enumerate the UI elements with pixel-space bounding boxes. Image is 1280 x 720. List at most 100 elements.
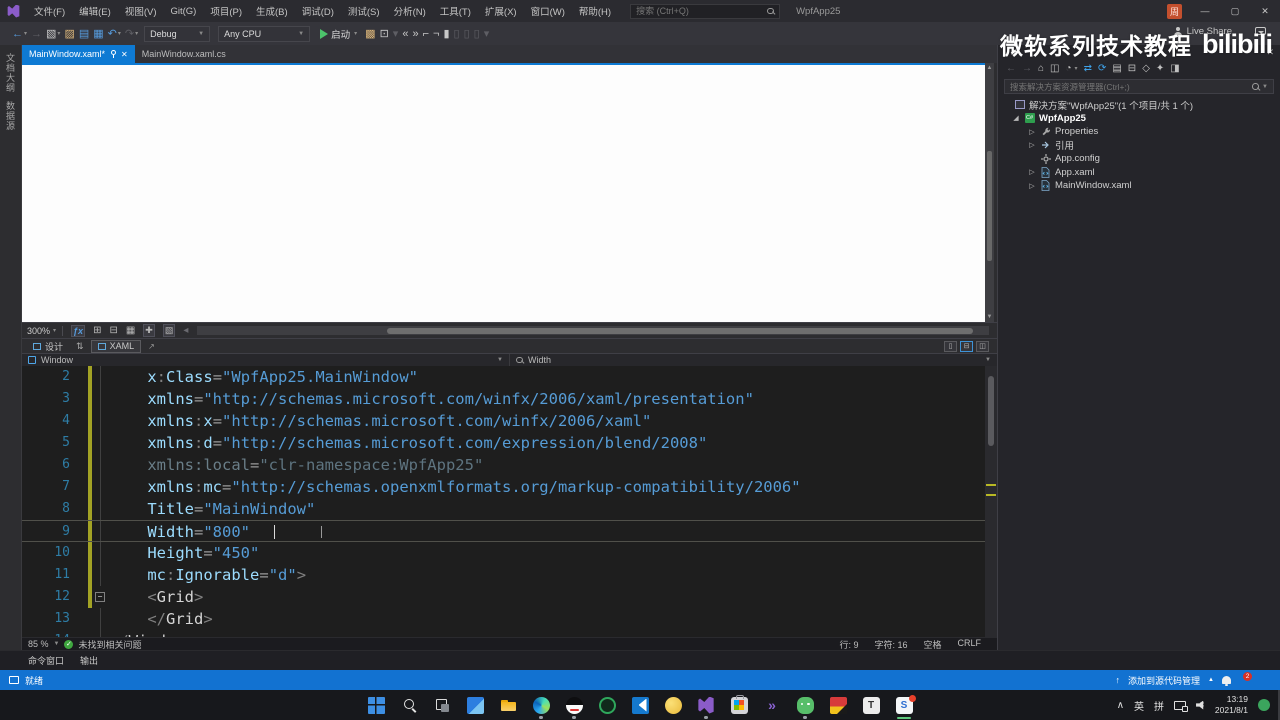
- scrollbar-thumb[interactable]: [387, 327, 974, 334]
- taskbar-icon-wechat[interactable]: [793, 693, 817, 719]
- design-view-tab[interactable]: 设计: [27, 340, 69, 353]
- clock[interactable]: 13:19 2021/8/1: [1215, 694, 1248, 715]
- taskbar-icon-start[interactable]: [364, 693, 388, 717]
- scrollbar-thumb[interactable]: [988, 376, 994, 446]
- menu-item-9[interactable]: 工具(T): [433, 0, 478, 22]
- chevron-down-icon[interactable]: ▼: [1262, 84, 1268, 90]
- taskbar-icon-yellow-app[interactable]: [661, 693, 685, 717]
- chevron-down-icon[interactable]: ▾: [1075, 65, 1078, 72]
- se-properties-icon[interactable]: ✦: [1156, 63, 1164, 74]
- new-item[interactable]: ▩: [365, 27, 375, 40]
- new-project[interactable]: ▧ ▾: [46, 27, 60, 40]
- menu-item-0[interactable]: 文件(F): [27, 0, 72, 22]
- design-horizontal-scrollbar[interactable]: [197, 326, 989, 335]
- user-avatar[interactable]: 周: [1167, 3, 1182, 19]
- live-share-button[interactable]: Live Share: [1174, 26, 1232, 37]
- zoom-fit[interactable]: ▧: [162, 324, 176, 337]
- collapse-pane-button[interactable]: ◫: [976, 340, 989, 352]
- tree-item-3[interactable]: ▷ App.xaml: [998, 166, 1280, 180]
- horizontal-split-button[interactable]: ⊟: [960, 340, 973, 352]
- taskbar-icon-screenshot-tool[interactable]: S: [892, 693, 916, 719]
- xaml-view-tab[interactable]: XAML: [90, 339, 142, 353]
- debug-target-combo[interactable]: Debug ▼: [144, 25, 211, 42]
- se-forward-icon[interactable]: →: [1022, 63, 1032, 74]
- pin-icon[interactable]: [110, 50, 117, 58]
- taskbar-icon-red-yellow-app[interactable]: [826, 693, 850, 717]
- se-collapse-all-icon[interactable]: ⊟: [1128, 63, 1136, 74]
- code-line-8[interactable]: 8 Title="MainWindow": [22, 498, 997, 520]
- se-home-icon[interactable]: ⌂: [1038, 63, 1044, 74]
- platform-combo[interactable]: Any CPU ▼: [218, 25, 311, 42]
- editor-zoom-value[interactable]: 85 %: [28, 639, 49, 649]
- send-feedback-icon[interactable]: [1255, 27, 1266, 35]
- nav-backward[interactable]: ← ▾: [12, 28, 27, 40]
- close-icon[interactable]: ✕: [1266, 47, 1274, 58]
- menu-item-7[interactable]: 测试(S): [341, 0, 387, 22]
- expander-icon[interactable]: ▷: [1028, 168, 1036, 176]
- panel-tab-1[interactable]: 输出: [80, 654, 98, 667]
- editor-vertical-scrollbar[interactable]: [985, 366, 997, 637]
- effects[interactable]: ƒx: [71, 324, 86, 337]
- fold-collapse-icon[interactable]: −: [95, 592, 105, 602]
- se-switch-views-icon[interactable]: ◫: [1050, 63, 1059, 74]
- taskbar-icon-ms-store[interactable]: [727, 693, 751, 717]
- start-debug-button[interactable]: 启动 ▾: [320, 27, 357, 41]
- code-line-12[interactable]: 12 − <Grid>: [22, 586, 997, 608]
- design-vertical-scrollbar[interactable]: ▲ ▼: [985, 63, 994, 322]
- snaplines[interactable]: ✚: [143, 324, 155, 337]
- chevron-down-icon[interactable]: ▼: [54, 641, 60, 647]
- expander-icon[interactable]: ▷: [1028, 128, 1036, 136]
- se-pending-filter-icon[interactable]: ◔: [1066, 63, 1072, 74]
- expander-icon[interactable]: ▷: [1028, 141, 1036, 149]
- taskbar-icon-edge[interactable]: [529, 693, 553, 719]
- code-line-10[interactable]: 10 Height="450": [22, 542, 997, 564]
- code-line-6[interactable]: 6 xmlns:local="clr-namespace:WpfApp25": [22, 454, 997, 476]
- menu-item-4[interactable]: 项目(P): [203, 0, 249, 22]
- code-line-2[interactable]: 2 x:Class="WpfApp25.MainWindow": [22, 366, 997, 388]
- chevron-down-icon[interactable]: ▾: [118, 30, 121, 37]
- bookmark-next[interactable]: ▯: [464, 27, 470, 40]
- menu-item-3[interactable]: Git(G): [163, 0, 203, 22]
- menu-item-2[interactable]: 视图(V): [118, 0, 164, 22]
- code-line-5[interactable]: 5 xmlns:d="http://schemas.microsoft.com/…: [22, 432, 997, 454]
- document-tab-0[interactable]: MainWindow.xaml* ✕: [22, 45, 135, 63]
- element-breadcrumb[interactable]: Window ▼: [22, 354, 509, 366]
- tree-item-project[interactable]: ◢ C# WpfApp25: [998, 112, 1280, 126]
- property-breadcrumb[interactable]: Width ▼: [509, 354, 997, 366]
- vertical-split-button[interactable]: ▯: [944, 340, 957, 352]
- tree-item-2[interactable]: App.config: [998, 152, 1280, 166]
- scroll-up-icon[interactable]: ▲: [987, 63, 993, 73]
- notification-center-icon[interactable]: [1258, 699, 1270, 711]
- nav-forward[interactable]: →: [31, 28, 42, 40]
- cast-screen-icon[interactable]: [1174, 700, 1189, 712]
- se-sync-icon[interactable]: ⇄: [1084, 63, 1092, 74]
- se-view-code-icon[interactable]: ◇: [1142, 63, 1150, 74]
- line-ending-indicator[interactable]: CRLF: [957, 638, 981, 651]
- se-preview-icon[interactable]: ◨: [1170, 63, 1179, 74]
- chevron-down-icon[interactable]: ▾: [24, 30, 27, 37]
- solution-explorer-search-input[interactable]: [1010, 81, 1253, 92]
- comment[interactable]: ⌐: [423, 28, 429, 40]
- side-tab-0[interactable]: 文档大纲: [4, 53, 17, 93]
- taskbar-icon-visual-studio[interactable]: [694, 693, 718, 719]
- menu-item-10[interactable]: 扩展(X): [478, 0, 524, 22]
- toolbar-overflow[interactable]: ▾: [393, 27, 399, 40]
- taskbar-icon-power-automate[interactable]: »: [760, 693, 784, 717]
- ime-language-indicator[interactable]: 英: [1134, 698, 1144, 713]
- code-line-7[interactable]: 7 xmlns:mc="http://schemas.openxmlformat…: [22, 476, 997, 498]
- quick-search-input[interactable]: [636, 6, 768, 16]
- tree-item-0[interactable]: ▷ Properties: [998, 125, 1280, 139]
- save[interactable]: ▤: [79, 27, 89, 40]
- taskbar-icon-typora[interactable]: T: [859, 693, 883, 717]
- snap-to-grid[interactable]: ⊟: [109, 325, 117, 336]
- se-refresh-icon[interactable]: ⟳: [1098, 63, 1106, 74]
- bookmark[interactable]: ▮: [443, 27, 449, 40]
- code-line-3[interactable]: 3 xmlns="http://schemas.microsoft.com/wi…: [22, 388, 997, 410]
- bookmark-clear[interactable]: ▯: [474, 27, 480, 40]
- maximize-button[interactable]: ▢: [1220, 0, 1250, 22]
- chevron-down-icon[interactable]: ▾: [57, 30, 60, 37]
- scroll-down-icon[interactable]: ▼: [987, 312, 993, 322]
- xaml-code-editor[interactable]: 2 x:Class="WpfApp25.MainWindow" 3 xmlns="…: [22, 366, 997, 637]
- tray-expand-icon[interactable]: ∧: [1117, 700, 1124, 711]
- expander-icon[interactable]: ▷: [1028, 182, 1036, 190]
